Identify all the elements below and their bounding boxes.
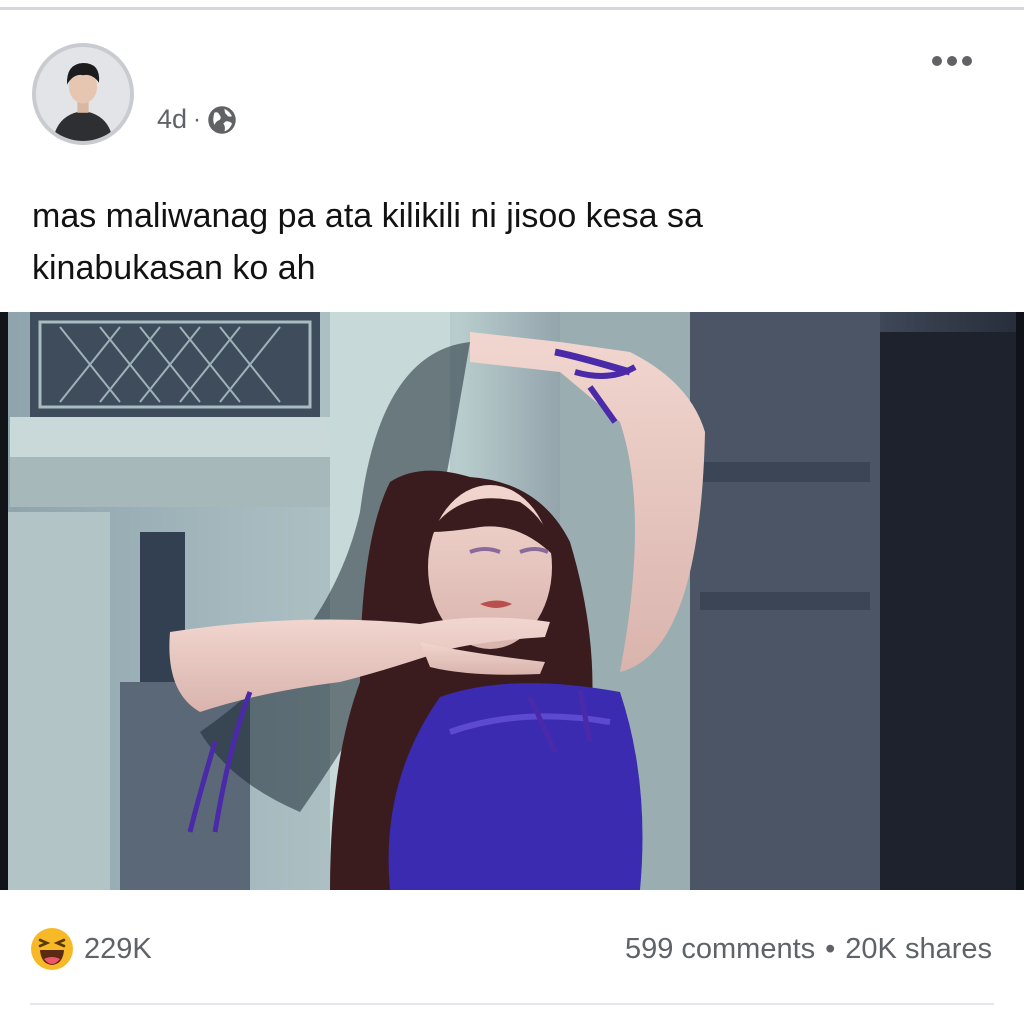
post-text-line: kinabukasan ko ah: [32, 249, 316, 287]
globe-icon: [207, 105, 237, 135]
post-text-line: mas maliwanag pa ata kilikili ni jisoo k…: [32, 197, 703, 235]
more-dot: [932, 56, 942, 66]
post-photo[interactable]: [0, 312, 1024, 890]
shares-count-link[interactable]: 20K shares: [845, 933, 992, 966]
engagement-separator: •: [825, 933, 836, 965]
more-dot: [962, 56, 972, 66]
post-timestamp[interactable]: 4d: [157, 104, 187, 135]
reaction-summary[interactable]: 229K: [30, 927, 152, 971]
post-meta: 4d ·: [157, 104, 237, 135]
meta-separator: ·: [193, 105, 202, 133]
reaction-count: 229K: [84, 932, 152, 965]
haha-reaction-icon: [30, 927, 74, 971]
post-text: mas maliwanag pa ata kilikili ni jisoo k…: [32, 190, 972, 294]
more-dot: [947, 56, 957, 66]
reactions-bar: 229K 599 comments • 20K shares: [0, 915, 1024, 985]
engagement-stats: 599 comments • 20K shares: [625, 933, 992, 966]
post-header: 4d ·: [0, 40, 1024, 150]
comments-count-link[interactable]: 599 comments: [625, 933, 815, 966]
avatar[interactable]: [32, 43, 134, 145]
avatar-photo: [36, 47, 130, 141]
bottom-divider: [30, 1003, 994, 1005]
more-options-icon[interactable]: [922, 46, 982, 76]
top-divider: [0, 7, 1024, 10]
